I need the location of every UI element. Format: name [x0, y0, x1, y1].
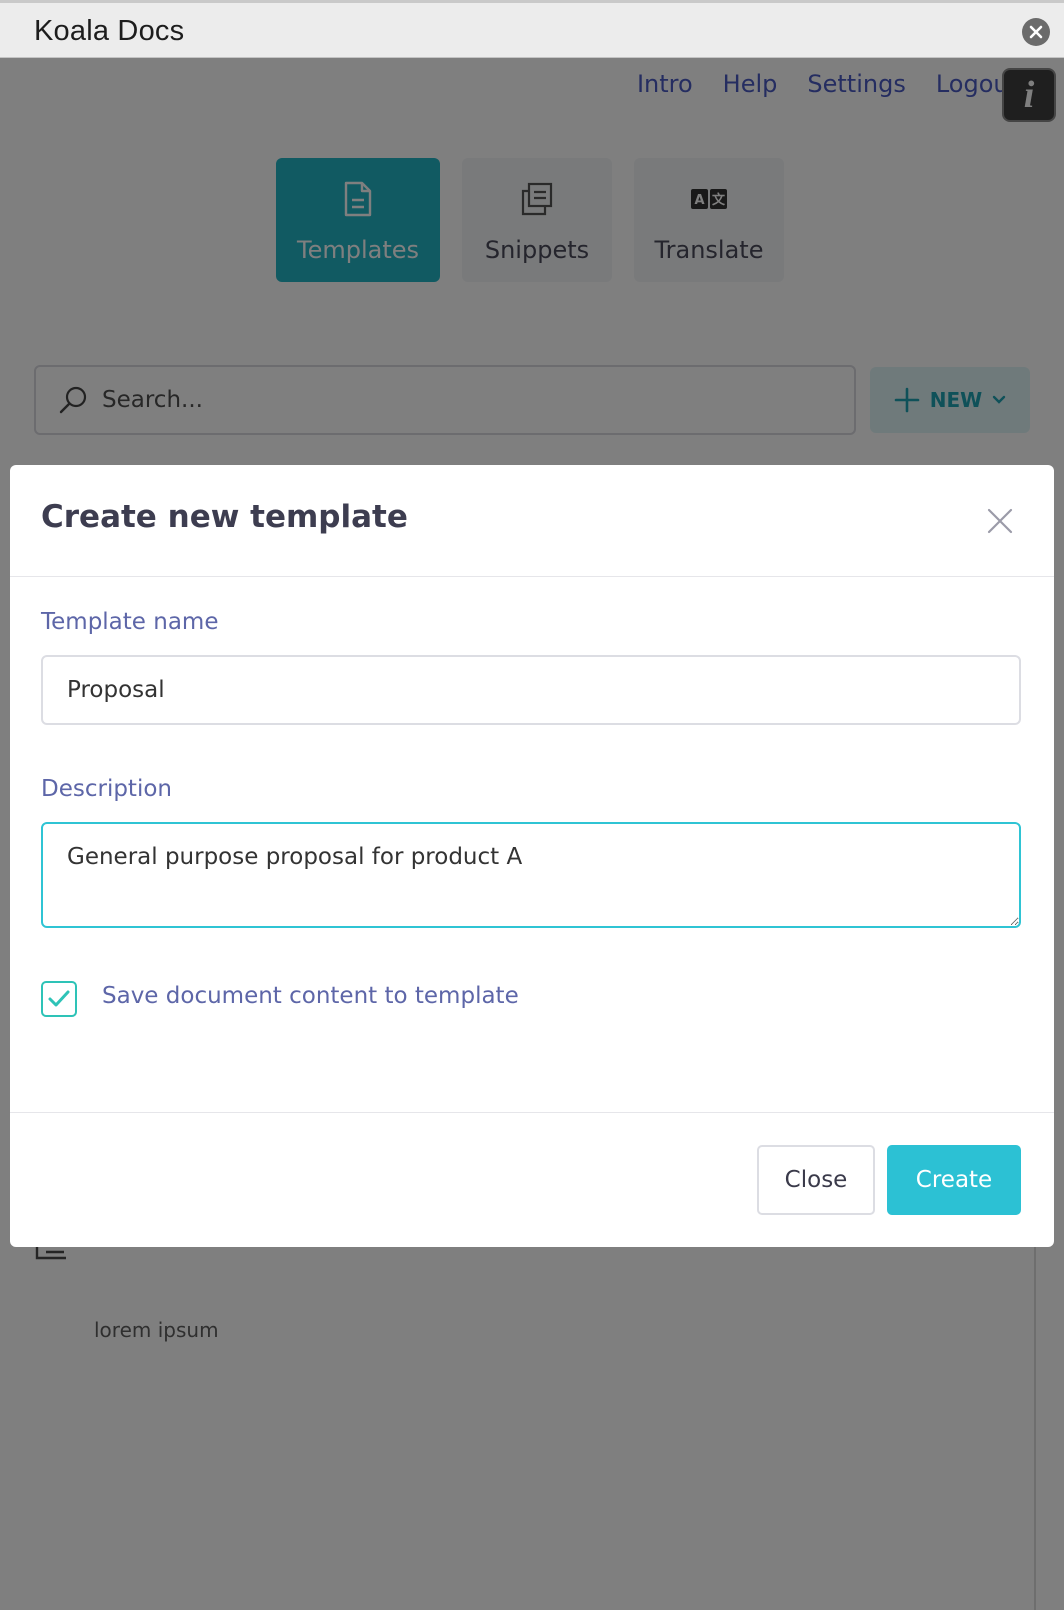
dialog-close-button[interactable] — [986, 507, 1014, 535]
create-template-dialog: Create new template Template name Descri… — [10, 465, 1054, 1247]
save-content-checkbox-label[interactable]: Save document content to template — [102, 983, 519, 1009]
description-textarea[interactable]: General purpose proposal for product A — [41, 822, 1021, 928]
close-icon — [987, 508, 1013, 534]
checkmark-icon — [48, 990, 70, 1007]
description-label: Description — [41, 776, 172, 802]
template-name-input[interactable] — [41, 655, 1021, 725]
template-name-label: Template name — [41, 609, 219, 635]
close-icon — [1029, 25, 1043, 39]
create-button[interactable]: Create — [887, 1145, 1021, 1215]
window-titlebar: Koala Docs — [0, 0, 1064, 58]
close-button[interactable]: Close — [757, 1145, 875, 1215]
dialog-header: Create new template — [10, 465, 1054, 577]
save-content-checkbox[interactable] — [41, 981, 77, 1017]
app-title: Koala Docs — [34, 15, 185, 47]
dialog-title: Create new template — [41, 499, 408, 535]
dialog-footer: Close Create — [10, 1112, 1054, 1247]
window-close-button[interactable] — [1022, 18, 1050, 46]
